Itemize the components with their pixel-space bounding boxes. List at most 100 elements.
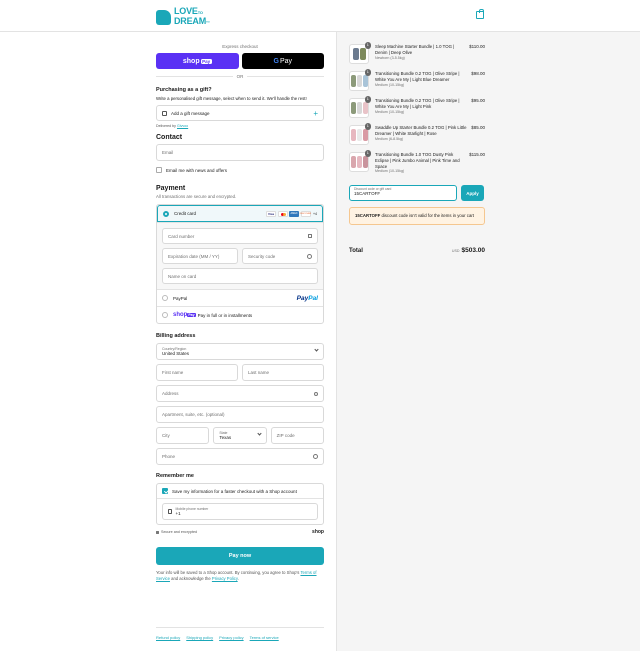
discount-error-message: 15CARTOFF discount code isn't valid for … [349, 207, 485, 225]
item-title: Swaddle Up Starter Bundle 0.2 TOG | Pink… [375, 125, 467, 136]
discount-row: Discount code or gift card 15CARTOFF App… [349, 185, 484, 201]
product-thumbnail: 1 [349, 96, 371, 118]
terms-of-service-footer-link[interactable]: Terms of service [250, 635, 279, 640]
chevron-down-icon [257, 431, 262, 436]
security-code-field[interactable]: Security code [242, 248, 318, 264]
discount-code-input[interactable]: Discount code or gift card 15CARTOFF [349, 185, 457, 201]
save-info-option[interactable]: Save my information for a faster checkou… [157, 484, 323, 499]
privacy-policy-footer-link[interactable]: Privacy policy [219, 635, 243, 640]
paypal-logo: PayPal [296, 294, 318, 302]
pay-now-button[interactable]: Pay now [156, 547, 324, 565]
shop-pay-radio[interactable] [162, 312, 168, 318]
payment-subtitle: All transactions are secure and encrypte… [156, 194, 237, 199]
product-swatch [362, 156, 368, 168]
state-select[interactable]: State Texas [213, 427, 267, 444]
item-title: Transitioning Bundle 0.2 TOG | Olive Str… [375, 71, 460, 82]
product-thumbnail: 1 [349, 150, 371, 172]
help-icon[interactable] [313, 454, 318, 459]
card-fields: Card number Expiration date (MM / YY) Se… [157, 222, 323, 289]
item-price: $115.00 [469, 152, 485, 157]
help-icon[interactable] [307, 253, 312, 259]
payment-heading: Payment [156, 185, 186, 192]
shopping-bag-icon[interactable] [476, 9, 484, 19]
total-label: Total [349, 248, 363, 254]
shop-pay-installments-label: Pay in full or in installments [197, 312, 253, 318]
address-field[interactable]: Address [156, 385, 324, 402]
expiry-field[interactable]: Expiration date (MM / YY) [162, 248, 238, 264]
refund-policy-link[interactable]: Refund policy [156, 635, 180, 640]
total-row: Total USD $503.00 [349, 247, 485, 254]
save-info-label: Save my information for a faster checkou… [172, 488, 297, 494]
shop-disclaimer: Your info will be saved to a Shop accoun… [156, 570, 317, 581]
card-number-field[interactable]: Card number [162, 228, 318, 244]
card-brands: Visa AMEX DISCOVER +4 [266, 210, 317, 217]
email-field[interactable]: Email [156, 144, 324, 161]
item-variant: Medium (10-15kg) [375, 82, 405, 87]
apply-discount-button[interactable]: Apply [461, 185, 484, 201]
mastercard-icon [277, 210, 288, 217]
google-pay-button[interactable]: G Pay [241, 53, 324, 69]
item-title: Transitioning Bundle 1.0 TOG Dusty Pink … [375, 152, 460, 169]
product-swatch [356, 129, 362, 141]
item-info: Transitioning Bundle 0.2 TOG | Olive Str… [375, 98, 467, 115]
discover-icon: DISCOVER [299, 210, 312, 217]
paypal-option[interactable]: PayPal PayPal [157, 289, 323, 306]
item-price: $95.00 [471, 98, 485, 103]
name-on-card-field[interactable]: Name on card [162, 268, 318, 284]
delivered-by: Delivered by Givvoo [156, 124, 189, 128]
brand-logo[interactable]: LOVETO DREAM™ [156, 7, 210, 27]
shipping-policy-link[interactable]: Shipping policy [186, 635, 213, 640]
shop-pay-badge: Pay [200, 58, 212, 64]
search-icon [314, 391, 318, 396]
newsletter-checkbox[interactable] [156, 167, 162, 173]
cart-item: 1 Transitioning Bundle 1.0 TOG Dusty Pink… [349, 150, 485, 174]
privacy-policy-link[interactable]: Privacy Policy [212, 576, 238, 581]
item-title: Transitioning Bundle 0.2 TOG | Olive Str… [375, 98, 460, 109]
quantity-badge: 1 [364, 96, 371, 103]
shop-pay-button[interactable]: shop Pay [156, 53, 239, 69]
quantity-badge: 1 [364, 150, 371, 157]
city-field[interactable]: City [156, 427, 210, 444]
remember-me-box: Save my information for a faster checkou… [156, 483, 324, 525]
product-swatch [356, 156, 362, 168]
product-swatch [362, 75, 368, 87]
credit-card-option[interactable]: Credit card Visa AMEX DISCOVER +4 [157, 205, 323, 222]
country-select[interactable]: Country/Region United States [156, 343, 324, 360]
save-info-checkbox[interactable] [162, 488, 168, 494]
product-swatch [350, 102, 356, 114]
add-gift-message-button[interactable]: Add a gift message + [156, 105, 324, 121]
product-swatch [350, 156, 356, 168]
apartment-field[interactable]: Apartment, suite, etc. (optional) [156, 406, 324, 423]
quantity-badge: 1 [364, 123, 371, 130]
zip-field[interactable]: ZIP code [270, 427, 324, 444]
more-cards-badge: +4 [313, 211, 317, 216]
cart-items: 1 Sleep Machine Starter Bundle | 1.0 TOG … [349, 42, 485, 179]
last-name-field[interactable]: Last name [242, 364, 324, 381]
payment-methods: Credit card Visa AMEX DISCOVER +4 Card n… [156, 204, 324, 324]
item-info: Transitioning Bundle 1.0 TOG Dusty Pink … [375, 152, 465, 174]
first-name-field[interactable]: First name [156, 364, 238, 381]
paypal-radio[interactable] [162, 295, 168, 301]
newsletter-option[interactable]: Email me with news and offers [156, 167, 324, 173]
phone-field[interactable]: Phone [156, 448, 324, 465]
gift-description: Write a personalised gift message, selec… [156, 96, 307, 101]
express-checkout-title: Express checkout [222, 44, 258, 49]
remember-heading: Remember me [156, 473, 194, 479]
shop-pay-label: shop [182, 57, 200, 65]
cart-item: 1 Transitioning Bundle 0.2 TOG | Olive St… [349, 69, 485, 93]
product-swatch [359, 48, 366, 60]
product-swatch [356, 75, 362, 87]
item-price: $98.00 [471, 71, 485, 76]
item-variant: Newborn (3-5.5kg) [375, 55, 405, 60]
item-title: Sleep Machine Starter Bundle | 1.0 TOG |… [375, 44, 455, 55]
shop-pay-option[interactable]: shopPay Pay in full or in installments [157, 306, 323, 323]
mobile-phone-field[interactable]: Mobile phone number +1 [162, 503, 318, 520]
header: LOVETO DREAM™ [0, 0, 640, 32]
product-swatch [356, 102, 362, 114]
brand-wordmark: LOVETO DREAM™ [174, 6, 210, 26]
givvoo-link[interactable]: Givvoo [177, 124, 188, 128]
product-thumbnail: 1 [349, 123, 371, 145]
email-placeholder: Email [162, 150, 174, 155]
gift-heading: Purchasing as a gift? [156, 87, 212, 93]
credit-card-radio[interactable] [163, 210, 169, 217]
